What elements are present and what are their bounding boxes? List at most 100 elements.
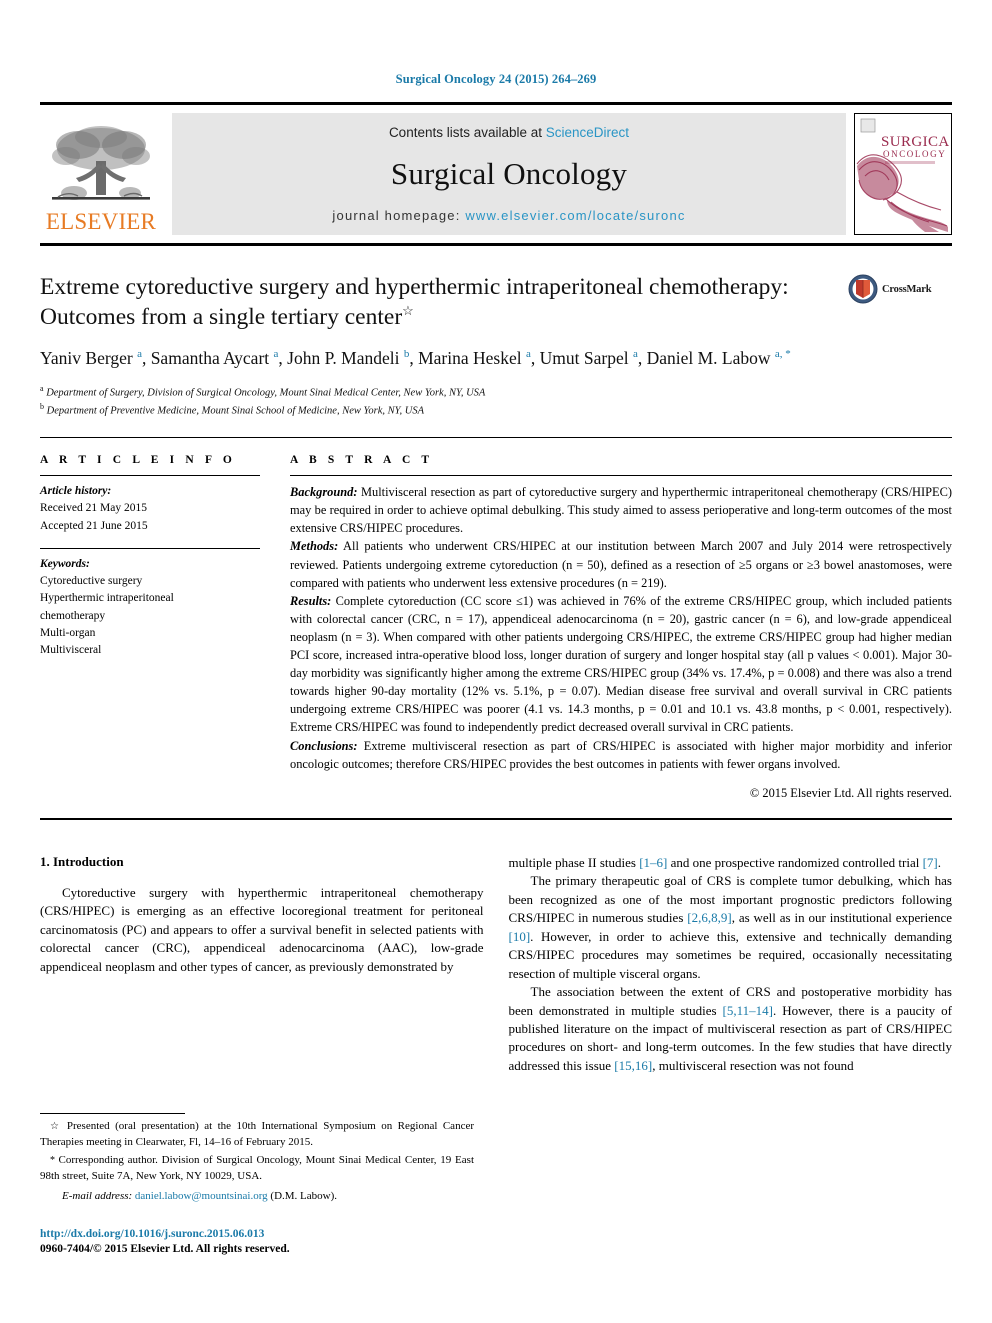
sciencedirect-link[interactable]: ScienceDirect <box>546 125 629 140</box>
intro-paragraph-right-2: The primary therapeutic goal of CRS is c… <box>509 872 953 983</box>
keyword-item: Hyperthermic intraperitoneal <box>40 592 174 605</box>
keywords-group: Keywords: Cytoreductive surgery Hyperthe… <box>40 556 260 660</box>
abstract-conclusions-label: Conclusions: <box>290 738 358 753</box>
citation-ref[interactable]: [15,16] <box>614 1058 652 1073</box>
keyword-item: Cytoreductive surgery <box>40 575 143 588</box>
article-info-rule-top <box>40 475 260 477</box>
abstract-body: Background: Multivisceral resection as p… <box>290 483 952 802</box>
citation-ref[interactable]: [1–6] <box>639 855 667 870</box>
abstract-heading: A B S T R A C T <box>290 454 434 467</box>
abstract-column: A B S T R A C T Background: Multiviscera… <box>290 454 952 802</box>
footnote-rule <box>40 1113 185 1114</box>
article-info-heading: A R T I C L E I N F O <box>40 454 236 467</box>
intro-paragraph-right-3: The association between the extent of CR… <box>509 983 953 1075</box>
elsevier-logo: ELSEVIER <box>40 113 162 235</box>
footnote-star-text: Presented (oral presentation) at the 10t… <box>40 1120 474 1148</box>
abstract-results-label: Results: <box>290 593 332 608</box>
affiliation-a-text: Department of Surgery, Division of Surgi… <box>46 387 486 399</box>
info-abstract-region: A R T I C L E I N F O Article history: R… <box>40 454 952 802</box>
abstract-conclusions-text: Extreme multivisceral resection as part … <box>290 738 952 771</box>
abstract-background-label: Background: <box>290 485 358 500</box>
title-footnote-mark: ☆ <box>402 303 414 319</box>
body-column-right: multiple phase II studies [1–6] and one … <box>509 854 953 1075</box>
footnote-asterisk-mark: * <box>50 1154 59 1166</box>
right-p1-a: multiple phase II studies <box>508 854 640 870</box>
intro-paragraph-left-1: Cytoreductive surgery with hyperthermic … <box>40 884 484 974</box>
affiliation-b-mark: b <box>40 402 44 412</box>
abstract-conclusions: Conclusions: Extreme multivisceral resec… <box>290 737 952 773</box>
footnote-star: ☆ Presented (oral presentation) at the 1… <box>40 1119 474 1151</box>
contents-available-line: Contents lists available at ScienceDirec… <box>389 125 629 140</box>
abstract-results: Results: Complete cytoreduction (CC scor… <box>290 592 952 737</box>
email-owner: (D.M. Labow). <box>270 1189 338 1202</box>
masthead-bottom-rule <box>40 243 952 246</box>
article-first-page: Surgical Oncology 24 (2015) 264–269 ELSE… <box>0 0 992 1323</box>
intro-paragraph-right-1: multiple phase II studies [1–6] and one … <box>509 854 953 872</box>
abstract-methods-label: Methods: <box>290 539 339 554</box>
elsevier-wordmark: ELSEVIER <box>45 209 157 234</box>
body-columns: 1. Introduction Cytoreductive surgery wi… <box>40 854 952 1075</box>
elsevier-tree-icon <box>52 126 150 200</box>
abstract-bottom-rule <box>40 817 952 820</box>
footnote-email-line: E-mail address: daniel.labow@mountsinai.… <box>40 1190 474 1202</box>
masthead-center-bar: Contents lists available at ScienceDirec… <box>172 113 846 235</box>
right-p1-b: and one prospective randomized controlle… <box>667 854 923 870</box>
svg-text:ONCOLOGY: ONCOLOGY <box>883 149 946 159</box>
journal-title: Surgical Oncology <box>390 156 628 191</box>
crossmark-icon <box>848 274 878 304</box>
article-accepted-date: Accepted 21 June 2015 <box>40 519 148 532</box>
section-heading-introduction: 1. Introduction <box>40 853 124 869</box>
footnote-block: ☆ Presented (oral presentation) at the 1… <box>40 1113 474 1255</box>
author-list: Yaniv Berger a, Samantha Aycart a, John … <box>40 348 791 369</box>
citation-ref[interactable]: [2,6,8,9] <box>687 910 731 925</box>
citation-ref[interactable]: [10] <box>509 929 531 944</box>
affiliation-b: b Department of Preventive Medicine, Mou… <box>40 401 952 419</box>
crossmark-label: CrossMark <box>882 283 932 295</box>
running-head: Surgical Oncology 24 (2015) 264–269 <box>395 72 597 86</box>
keyword-item: Multi-organ <box>40 626 96 639</box>
abstract-background: Background: Multivisceral resection as p… <box>290 483 952 537</box>
article-info-rule-mid <box>40 547 260 549</box>
affiliations: a Department of Surgery, Division of Sur… <box>40 383 952 419</box>
article-received-date: Received 21 May 2015 <box>40 502 147 515</box>
footnote-corresponding-text: Corresponding author. Division of Surgic… <box>40 1153 474 1182</box>
citation-ref[interactable]: [7] <box>923 855 938 870</box>
right-p1-c: . <box>937 854 942 870</box>
affiliation-b-text: Department of Preventive Medicine, Mount… <box>46 405 424 417</box>
issn-copyright-line: 0960-7404/© 2015 Elsevier Ltd. All right… <box>40 1242 290 1255</box>
homepage-prefix: journal homepage: <box>332 208 466 223</box>
affiliation-a: a Department of Surgery, Division of Sur… <box>40 383 952 401</box>
keyword-item: Multivisceral <box>40 644 102 657</box>
right-p2-b: , as well as in our institutional experi… <box>731 910 952 926</box>
email-label: E-mail address: <box>62 1189 133 1202</box>
article-history-label: Article history: <box>40 485 112 498</box>
right-p3-c: , multivisceral resection was not found <box>652 1057 854 1073</box>
crossmark-badge[interactable]: CrossMark <box>848 274 952 304</box>
title-section-rule <box>40 437 952 439</box>
abstract-methods: Methods: All patients who underwent CRS/… <box>290 537 952 591</box>
doi-link[interactable]: http://dx.doi.org/10.1016/j.suronc.2015.… <box>40 1228 474 1240</box>
journal-homepage-line: journal homepage: www.elsevier.com/locat… <box>332 208 685 223</box>
keywords-label: Keywords: <box>40 557 90 570</box>
article-title-text: Extreme cytoreductive surgery and hypert… <box>40 274 789 331</box>
title-block: CrossMark Extreme cytoreductive surgery … <box>40 272 952 419</box>
body-column-left: 1. Introduction Cytoreductive surgery wi… <box>40 854 484 1075</box>
svg-text:SURGICAL: SURGICAL <box>881 134 949 150</box>
contents-prefix: Contents lists available at <box>388 125 546 140</box>
journal-homepage-link[interactable]: www.elsevier.com/locate/suronc <box>465 208 685 223</box>
right-p2-c: . However, in order to achieve this, ext… <box>508 928 953 981</box>
abstract-rule <box>290 475 952 477</box>
article-history-group: Article history: Received 21 May 2015 Ac… <box>40 483 260 535</box>
journal-cover-thumbnail[interactable]: SURGICAL ONCOLOGY <box>854 113 952 235</box>
citation-ref[interactable]: [5,11–14] <box>723 1003 773 1018</box>
abstract-copyright: © 2015 Elsevier Ltd. All rights reserved… <box>749 785 952 800</box>
article-title: Extreme cytoreductive surgery and hypert… <box>40 272 800 332</box>
article-info-column: A R T I C L E I N F O Article history: R… <box>40 454 290 672</box>
journal-cover-art: SURGICAL ONCOLOGY <box>855 114 951 234</box>
keyword-item: chemotherapy <box>40 609 106 622</box>
email-link[interactable]: daniel.labow@mountsinai.org <box>135 1190 268 1202</box>
footnote-star-mark: ☆ <box>50 1121 67 1132</box>
affiliation-a-mark: a <box>40 384 44 393</box>
abstract-background-text: Multivisceral resection as part of cytor… <box>290 485 952 536</box>
footnote-corresponding: * Corresponding author. Division of Surg… <box>40 1153 474 1185</box>
